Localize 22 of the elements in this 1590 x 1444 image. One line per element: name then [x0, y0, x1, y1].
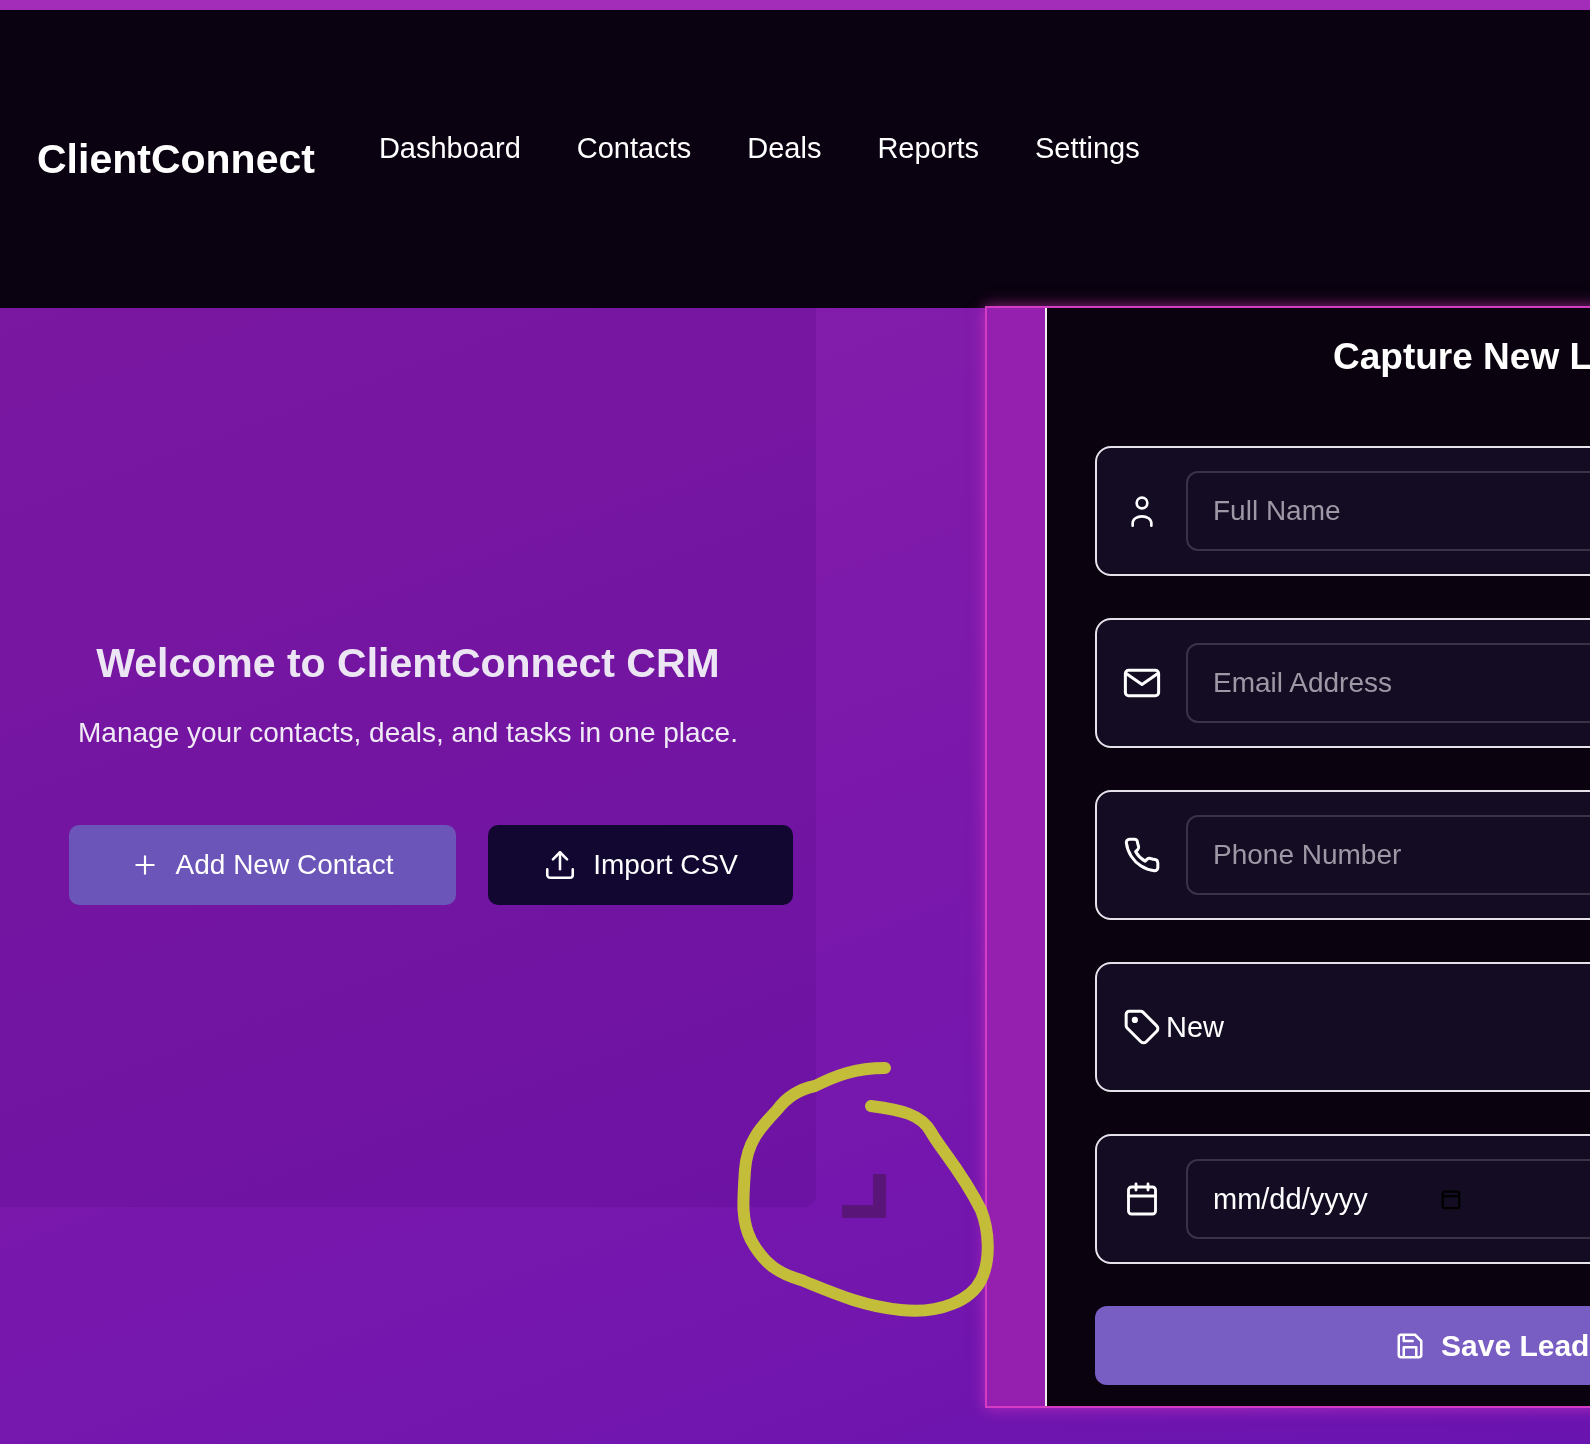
phone-icon — [1123, 836, 1161, 874]
calendar-icon — [1124, 1180, 1160, 1218]
mail-icon — [1123, 667, 1161, 699]
input-field[interactable]: Phone Number — [1186, 815, 1590, 895]
hero-subtitle: Manage your contacts, deals, and tasks in one place. — [78, 717, 738, 749]
app-logo[interactable]: ClientConnect — [37, 135, 315, 183]
nav-link[interactable]: Reports — [877, 131, 979, 165]
status-select[interactable]: New — [1166, 1010, 1224, 1044]
nav-link[interactable]: Contacts — [576, 131, 692, 165]
import-button[interactable]: Import CSV — [488, 825, 793, 905]
nav-link[interactable]: Deals — [747, 131, 822, 165]
tag-icon — [1123, 1008, 1161, 1046]
corner-mark-icon — [842, 1174, 886, 1218]
input-field[interactable]: Email Address — [1186, 643, 1590, 723]
input-field[interactable]: Full Name — [1186, 471, 1590, 551]
date-field[interactable]: mm/dd/yyyy — [1186, 1159, 1590, 1239]
hero-title: Welcome to ClientConnect CRM — [96, 640, 720, 687]
nav-link[interactable]: Dashboard — [378, 131, 521, 165]
nav-link[interactable]: Settings — [1034, 131, 1140, 165]
add-contact-button[interactable]: Add New Contact — [69, 825, 456, 905]
calendar-icon[interactable] — [1440, 1188, 1462, 1210]
save-button[interactable]: Save Lead — [1095, 1306, 1590, 1385]
